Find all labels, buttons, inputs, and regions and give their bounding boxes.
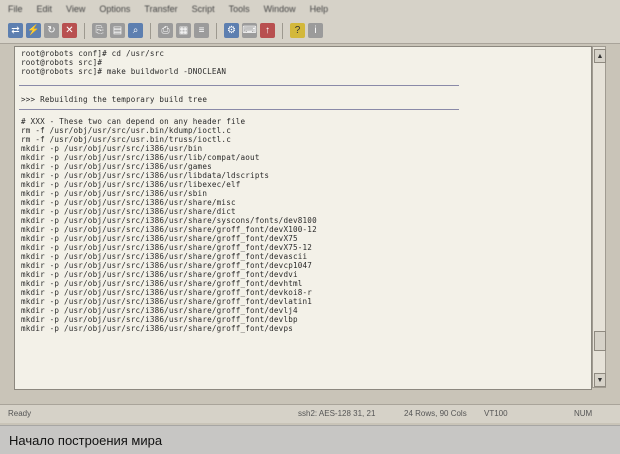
print-icon[interactable]: ⎙	[158, 23, 173, 38]
quick-connect-icon[interactable]: ⚡	[26, 23, 41, 38]
terminal-line: root@robots conf]# cd /usr/src	[21, 49, 165, 58]
toolbar-divider	[150, 22, 151, 39]
terminal-line: mkdir -p /usr/obj/usr/src/i386/usr/share…	[21, 261, 313, 270]
terminal-line: mkdir -p /usr/obj/usr/src/i386/usr/share…	[21, 207, 236, 216]
toolbar-divider	[84, 22, 85, 39]
terminal-line: mkdir -p /usr/obj/usr/src/i386/usr/share…	[21, 315, 298, 324]
terminal-output[interactable]: root@robots conf]# cd /usr/src root@robo…	[14, 46, 592, 390]
separator	[19, 85, 459, 86]
menu-transfer[interactable]: Transfer	[144, 4, 177, 14]
status-bar: Ready ssh2: AES-128 31, 21 24 Rows, 90 C…	[0, 404, 620, 423]
separator	[19, 109, 459, 110]
terminal-line: mkdir -p /usr/obj/usr/src/i386/usr/share…	[21, 252, 308, 261]
terminal-line: mkdir -p /usr/obj/usr/src/i386/usr/share…	[21, 270, 298, 279]
menu-script[interactable]: Script	[192, 4, 215, 14]
terminal-line: mkdir -p /usr/obj/usr/src/i386/usr/share…	[21, 306, 298, 315]
scroll-up-arrow-icon[interactable]: ▲	[594, 49, 606, 63]
terminal-line: root@robots src]# make buildworld -DNOCL…	[21, 67, 227, 76]
menu-window[interactable]: Window	[264, 4, 296, 14]
section-header: >>> Rebuilding the temporary build tree	[21, 95, 208, 104]
menu-file[interactable]: File	[8, 4, 23, 14]
terminal-line: mkdir -p /usr/obj/usr/src/i386/usr/libex…	[21, 180, 241, 189]
terminal-line: root@robots src]#	[21, 58, 103, 67]
terminal-line: rm -f /usr/obj/usr/src/usr.bin/truss/ioc…	[21, 135, 231, 144]
terminal-line: mkdir -p /usr/obj/usr/src/i386/usr/lib/c…	[21, 153, 260, 162]
menu-view[interactable]: View	[66, 4, 85, 14]
sftp-icon[interactable]: ↑	[260, 23, 275, 38]
tip-icon[interactable]: ?	[290, 23, 305, 38]
paste-icon[interactable]: ▤	[110, 23, 125, 38]
menu-tools[interactable]: Tools	[229, 4, 250, 14]
terminal-line: mkdir -p /usr/obj/usr/src/i386/usr/share…	[21, 216, 317, 225]
vertical-scrollbar[interactable]: ▲ ▼	[592, 46, 606, 388]
copy-icon[interactable]: ⎘	[92, 23, 107, 38]
terminal-line: mkdir -p /usr/obj/usr/src/i386/usr/share…	[21, 288, 313, 297]
terminal-line: rm -f /usr/obj/usr/src/usr.bin/kdump/ioc…	[21, 126, 231, 135]
toolbar-divider	[282, 22, 283, 39]
status-ready: Ready	[8, 409, 32, 418]
terminal-line: mkdir -p /usr/obj/usr/src/i386/usr/share…	[21, 297, 313, 306]
terminal-window: File Edit View Options Transfer Script T…	[0, 0, 620, 454]
terminal-line: mkdir -p /usr/obj/usr/src/i386/usr/share…	[21, 324, 293, 333]
keymap-icon[interactable]: ⌨	[242, 23, 257, 38]
terminal-line: mkdir -p /usr/obj/usr/src/i386/usr/libda…	[21, 171, 270, 180]
terminal-line: mkdir -p /usr/obj/usr/src/i386/usr/share…	[21, 198, 236, 207]
terminal-line: mkdir -p /usr/obj/usr/src/i386/usr/bin	[21, 144, 203, 153]
toolbar: ⇄ ⚡ ↻ ✕ ⎘ ▤ ⌕ ⎙ ▦ ≡ ⚙ ⌨ ↑ ? i	[0, 18, 620, 44]
find-icon[interactable]: ⌕	[128, 23, 143, 38]
disconnect-icon[interactable]: ✕	[62, 23, 77, 38]
print-screen-icon[interactable]: ▦	[176, 23, 191, 38]
about-icon[interactable]: i	[308, 23, 323, 38]
status-terminal-type: VT100	[484, 409, 508, 418]
figure-caption: Начало построения мира	[0, 425, 620, 454]
log-icon[interactable]: ≡	[194, 23, 209, 38]
reconnect-icon[interactable]: ↻	[44, 23, 59, 38]
menu-help[interactable]: Help	[310, 4, 329, 14]
terminal-line: mkdir -p /usr/obj/usr/src/i386/usr/games	[21, 162, 212, 171]
caption-text: Начало построения мира	[9, 433, 163, 448]
terminal-line: mkdir -p /usr/obj/usr/src/i386/usr/share…	[21, 279, 303, 288]
status-connection: ssh2: AES-128 31, 21	[298, 409, 376, 418]
terminal-line: # XXX - These two can depend on any head…	[21, 117, 246, 126]
settings-icon[interactable]: ⚙	[224, 23, 239, 38]
status-size: 24 Rows, 90 Cols	[404, 409, 467, 418]
terminal-line: mkdir -p /usr/obj/usr/src/i386/usr/sbin	[21, 189, 208, 198]
menu-options[interactable]: Options	[99, 4, 130, 14]
toolbar-divider	[216, 22, 217, 39]
terminal-line: mkdir -p /usr/obj/usr/src/i386/usr/share…	[21, 234, 298, 243]
terminal-line: mkdir -p /usr/obj/usr/src/i386/usr/share…	[21, 225, 317, 234]
menu-edit[interactable]: Edit	[37, 4, 53, 14]
scroll-down-arrow-icon[interactable]: ▼	[594, 373, 606, 387]
connect-icon[interactable]: ⇄	[8, 23, 23, 38]
menu-bar: File Edit View Options Transfer Script T…	[0, 0, 620, 18]
status-num-lock: NUM	[574, 409, 593, 418]
terminal-line: mkdir -p /usr/obj/usr/src/i386/usr/share…	[21, 243, 313, 252]
scroll-thumb[interactable]	[594, 331, 606, 351]
